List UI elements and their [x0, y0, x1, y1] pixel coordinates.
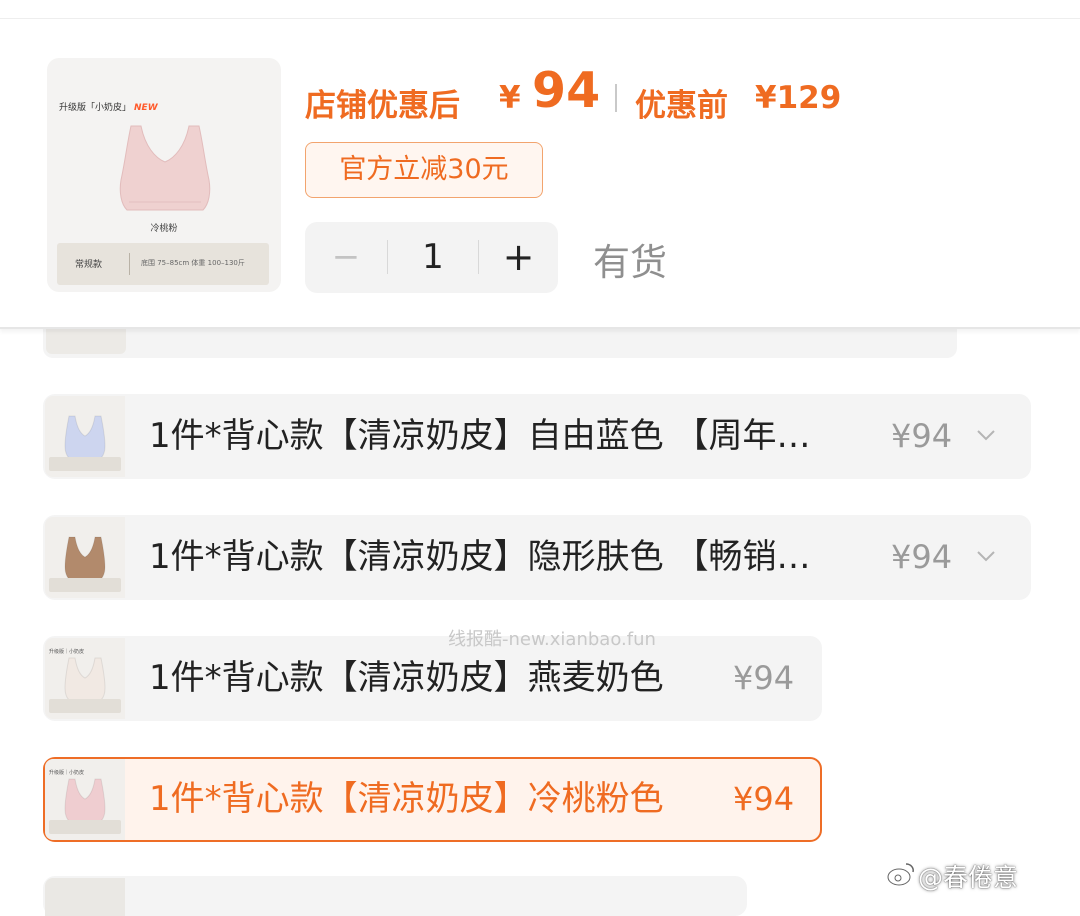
weibo-logo-icon	[886, 863, 914, 887]
option-price: ¥94	[891, 417, 953, 455]
option-row-oat[interactable]: 升级版｜小奶皮 1件*背心款【清凉奶皮】燕麦奶色 ¥94	[43, 636, 822, 721]
price-after-label: 店铺优惠后	[305, 88, 460, 124]
option-price: ¥94	[733, 780, 795, 818]
option-label: 1件*背心款【清凉奶皮】隐形肤色 【畅销…	[149, 537, 811, 577]
weibo-handle: @春倦意	[918, 863, 1019, 892]
price-after-currency: ¥	[499, 80, 521, 116]
price-divider	[615, 84, 617, 112]
decrease-button[interactable]: −	[305, 222, 387, 293]
product-image: 升级版「小奶皮」 NEW 冷桃粉 常规款 底围 75–85cm 体重 100–13…	[47, 58, 281, 292]
bra-illustration	[119, 125, 211, 211]
option-thumbnail	[45, 396, 125, 477]
option-row-blue[interactable]: 1件*背心款【清凉奶皮】自由蓝色 【周年… ¥94	[43, 394, 1031, 479]
option-thumbnail: 升级版｜小奶皮	[45, 759, 125, 840]
chevron-down-icon[interactable]	[973, 422, 999, 448]
option-row-skin[interactable]: 1件*背心款【清凉奶皮】隐形肤色 【畅销… ¥94	[43, 515, 1031, 600]
quantity-stepper: − 1 +	[305, 222, 558, 293]
product-color-name: 冷桃粉	[150, 224, 178, 234]
product-size-bar: 常规款 底围 75–85cm 体重 100–130斤	[57, 243, 269, 285]
product-summary-panel: 升级版「小奶皮」 NEW 冷桃粉 常规款 底围 75–85cm 体重 100–13…	[0, 19, 1080, 329]
option-label: 1件*背心款【清凉奶皮】冷桃粉色	[149, 779, 664, 819]
watermark-text: 线报酷-new.xianbao.fun	[448, 629, 656, 650]
stock-status: 有货	[593, 241, 667, 284]
increase-button[interactable]: +	[479, 222, 558, 293]
option-thumbnail	[45, 517, 125, 598]
option-price: ¥94	[733, 659, 795, 697]
price-before-label: 优惠前	[635, 88, 728, 124]
option-row-pink-selected[interactable]: 升级版｜小奶皮 1件*背心款【清凉奶皮】冷桃粉色 ¥94	[43, 757, 822, 842]
option-thumbnail	[45, 878, 125, 916]
option-price: ¥94	[891, 538, 953, 576]
size-range-label: 底围 75–85cm 体重 100–130斤	[141, 259, 245, 267]
price-after-value: 94	[532, 62, 601, 119]
option-label: 1件*背心款【清凉奶皮】自由蓝色 【周年…	[149, 416, 811, 456]
option-row-partial-bottom[interactable]	[43, 876, 747, 916]
quantity-value[interactable]: 1	[388, 222, 478, 293]
product-image-tag: 升级版「小奶皮」 NEW	[59, 103, 158, 113]
chevron-down-icon[interactable]	[973, 543, 999, 569]
size-type-label: 常规款	[75, 260, 103, 270]
price-before-value: ¥129	[755, 80, 842, 116]
coupon-badge: 官方立减30元	[305, 142, 543, 198]
option-thumbnail: 升级版｜小奶皮	[45, 638, 125, 719]
